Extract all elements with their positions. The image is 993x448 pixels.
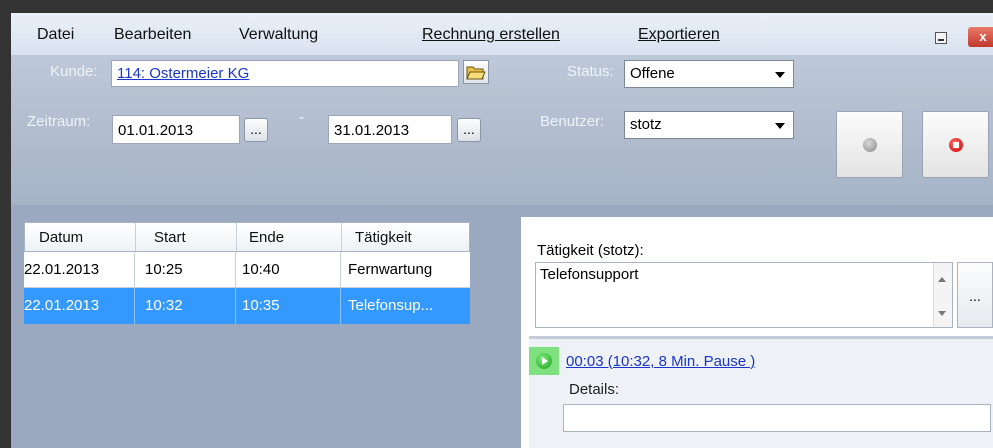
menu-bar: Datei Bearbeiten Verwaltung Rechnung ers… (11, 13, 993, 55)
activity-detail-panel: Tätigkeit (stotz): Telefonsupport ... 00… (521, 217, 993, 448)
cell-datum: 22.01.2013 (24, 261, 100, 278)
activity-title: Tätigkeit (stotz): (537, 242, 644, 259)
play-icon[interactable] (529, 347, 559, 375)
folder-open-icon[interactable] (463, 60, 489, 84)
app-window: Datei Bearbeiten Verwaltung Rechnung ers… (11, 13, 993, 448)
filter-header: Kunde: 114: Ostermeier KG Zeitraum: 01.0… (11, 55, 993, 205)
activity-textarea[interactable]: Telefonsupport (535, 262, 953, 328)
play-disabled-button[interactable] (836, 111, 903, 178)
chevron-down-icon (775, 123, 785, 129)
activity-more-button[interactable]: ... (957, 262, 993, 328)
minimize-button[interactable] (935, 32, 947, 44)
status-select[interactable]: Offene (624, 60, 794, 88)
column-header-taetigkeit[interactable]: Tätigkeit (355, 229, 412, 246)
time-detail-section: 00:03 (10:32, 8 Min. Pause ) Details: (529, 339, 993, 448)
date-from-picker-button[interactable]: ... (244, 118, 268, 142)
cell-ende: 10:35 (242, 297, 280, 314)
status-value: Offene (630, 65, 675, 82)
column-header-ende[interactable]: Ende (249, 229, 284, 246)
cell-start: 10:25 (145, 261, 183, 278)
status-label: Status: (567, 63, 614, 80)
details-label: Details: (569, 381, 620, 398)
cell-taetigkeit: Telefonsup... (348, 297, 434, 314)
kunde-label: Kunde: (50, 63, 98, 80)
cell-start: 10:32 (145, 297, 183, 314)
cell-datum: 22.01.2013 (24, 297, 100, 314)
date-separator: - (299, 109, 304, 126)
cell-ende: 10:40 (242, 261, 280, 278)
menu-rechnung-erstellen[interactable]: Rechnung erstellen (422, 26, 560, 44)
section-divider (11, 205, 993, 217)
cell-taetigkeit: Fernwartung (348, 261, 433, 278)
table-row-selected[interactable]: 22.01.2013 10:32 10:35 Telefonsup... (24, 288, 470, 324)
menu-exportieren[interactable]: Exportieren (638, 26, 720, 44)
zeitraum-label: Zeitraum: (27, 113, 91, 130)
column-header-start[interactable]: Start (154, 229, 186, 246)
stop-button[interactable] (922, 111, 989, 178)
benutzer-label: Benutzer: (540, 113, 605, 130)
stop-icon (949, 138, 963, 152)
play-icon (863, 138, 877, 152)
scroll-up-icon[interactable] (938, 277, 946, 282)
close-button[interactable]: x (968, 27, 993, 47)
time-entries-table: Datum Start Ende Tätigkeit 22.01.2013 10… (24, 222, 470, 448)
benutzer-value: stotz (630, 116, 662, 133)
menu-datei[interactable]: Datei (37, 26, 74, 44)
scroll-down-icon[interactable] (938, 311, 946, 316)
menu-verwaltung[interactable]: Verwaltung (239, 26, 318, 44)
table-row[interactable]: 22.01.2013 10:25 10:40 Fernwartung (24, 252, 470, 288)
benutzer-select[interactable]: stotz (624, 111, 794, 139)
menu-bearbeiten[interactable]: Bearbeiten (114, 26, 191, 44)
chevron-down-icon (775, 72, 785, 78)
table-header: Datum Start Ende Tätigkeit (24, 222, 470, 252)
date-from-field[interactable]: 01.01.2013 (112, 115, 240, 144)
activity-text: Telefonsupport (540, 266, 639, 283)
time-entries-panel: Datum Start Ende Tätigkeit 22.01.2013 10… (11, 217, 521, 448)
date-to-field[interactable]: 31.01.2013 (328, 115, 452, 144)
activity-scrollbar[interactable] (933, 263, 952, 327)
time-summary-link[interactable]: 00:03 (10:32, 8 Min. Pause ) (566, 353, 755, 370)
column-header-datum[interactable]: Datum (39, 229, 83, 246)
date-to-picker-button[interactable]: ... (457, 118, 481, 142)
details-input[interactable] (563, 404, 991, 432)
kunde-field[interactable]: 114: Ostermeier KG (111, 60, 459, 87)
kunde-link[interactable]: 114: Ostermeier KG (117, 65, 249, 82)
